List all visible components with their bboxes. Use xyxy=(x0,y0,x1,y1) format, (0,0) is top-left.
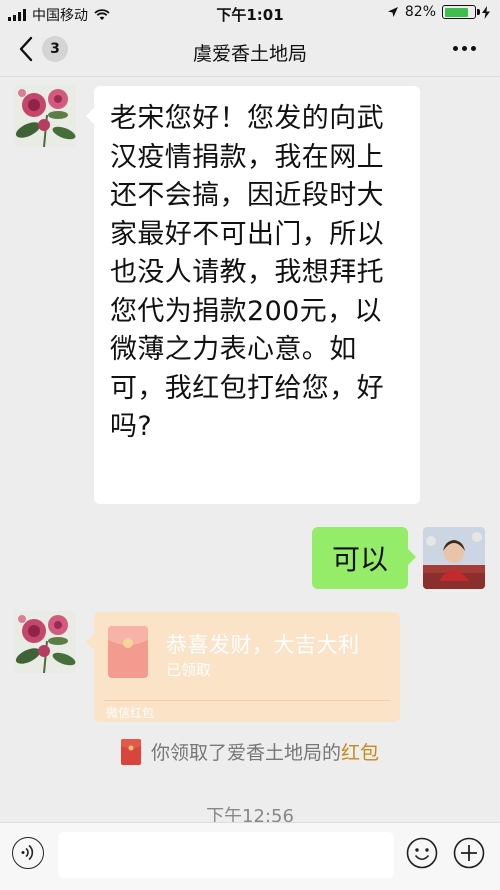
red-packet-divider xyxy=(104,700,390,701)
red-packet-title: 恭喜发财，大吉大利 xyxy=(166,633,360,657)
chat-title: 虞爱香土地局 xyxy=(192,43,307,65)
person-photo-image xyxy=(423,527,485,589)
red-packet-status: 已领取 xyxy=(166,661,212,679)
flower-painting-image xyxy=(14,611,76,673)
status-right: 82% xyxy=(387,4,490,20)
outgoing-message-bubble[interactable]: 可以 xyxy=(312,527,416,589)
incoming-message-text: 老宋您好！您发的向武汉疫情捐款，我在网上还不会搞，因近段时大家最好不可出门，所以… xyxy=(110,103,384,442)
contact-avatar[interactable] xyxy=(14,85,76,147)
incoming-message-bubble[interactable]: 老宋您好！您发的向武汉疫情捐款，我在网上还不会搞，因近段时大家最好不可出门，所以… xyxy=(86,86,420,504)
charging-icon xyxy=(482,5,490,19)
system-notice-text: 你领取了爱香土地局的 xyxy=(150,742,341,764)
battery-level-fill xyxy=(444,7,469,17)
location-icon xyxy=(387,7,398,17)
plus-icon[interactable] xyxy=(453,837,485,869)
emoji-icon[interactable] xyxy=(406,837,438,869)
system-notice: 你领取了爱香土地局的红包 xyxy=(0,738,500,765)
outgoing-message-text: 可以 xyxy=(331,543,388,576)
voice-wave-icon xyxy=(21,844,34,861)
red-packet-small-icon xyxy=(120,738,141,765)
battery-icon xyxy=(442,5,480,19)
status-bar: 中国移动 下午1:01 82% xyxy=(0,0,500,26)
voice-icon[interactable] xyxy=(12,837,44,869)
red-packet-icon xyxy=(108,626,148,678)
battery-percent: 82% xyxy=(404,4,436,20)
red-packet-message[interactable]: 恭喜发财，大吉大利 已领取 微信红包 xyxy=(86,612,400,722)
input-bar xyxy=(0,822,500,890)
contact-avatar[interactable] xyxy=(14,611,76,673)
message-input[interactable] xyxy=(58,832,394,878)
more-icon[interactable] xyxy=(453,46,476,51)
chat-header: 3 虞爱香土地局 xyxy=(0,26,500,77)
red-packet-footer: 微信红包 xyxy=(106,706,155,720)
red-packet-link[interactable]: 红包 xyxy=(341,742,379,764)
my-avatar[interactable] xyxy=(423,527,485,589)
flower-painting-image xyxy=(14,85,76,147)
